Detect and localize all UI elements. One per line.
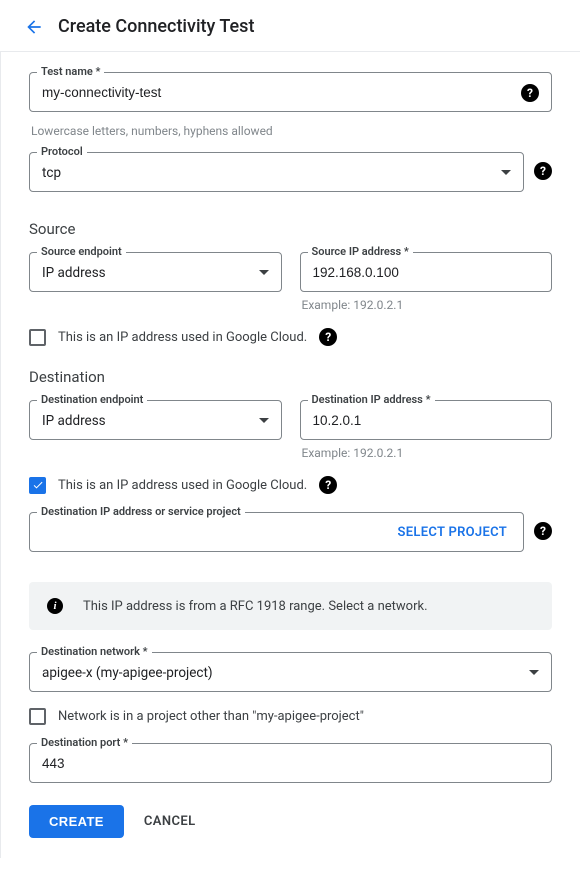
page-header: Create Connectivity Test <box>0 0 580 52</box>
destination-gc-checkbox-label: This is an IP address used in Google Clo… <box>58 478 307 493</box>
source-ip-input[interactable] <box>313 265 540 280</box>
chevron-down-icon <box>501 170 511 175</box>
page-title: Create Connectivity Test <box>58 16 254 37</box>
destination-ip-example: Example: 192.0.2.1 <box>302 446 553 460</box>
destination-endpoint-select[interactable]: IP address <box>29 400 282 440</box>
source-ip-field: Source IP address * <box>300 252 553 292</box>
destination-port-input[interactable] <box>42 756 539 771</box>
destination-ip-input[interactable] <box>313 413 540 428</box>
help-icon[interactable] <box>319 328 337 346</box>
chevron-down-icon <box>259 418 269 423</box>
create-button[interactable]: CREATE <box>29 805 124 838</box>
test-name-hint: Lowercase letters, numbers, hyphens allo… <box>31 124 552 138</box>
chevron-down-icon <box>529 670 539 675</box>
rfc1918-info-banner: This IP address is from a RFC 1918 range… <box>29 582 552 630</box>
back-arrow-icon[interactable] <box>24 17 44 37</box>
protocol-field: Protocol tcp <box>29 152 524 192</box>
test-name-input[interactable] <box>42 85 521 100</box>
help-icon[interactable] <box>521 84 539 102</box>
chevron-down-icon <box>259 270 269 275</box>
help-icon[interactable] <box>534 162 552 180</box>
destination-port-field: Destination port * <box>29 743 552 783</box>
source-section-title: Source <box>29 220 552 238</box>
cancel-button[interactable]: CANCEL <box>144 814 196 829</box>
test-name-label: Test name * <box>37 65 104 78</box>
source-endpoint-select[interactable]: IP address <box>29 252 282 292</box>
protocol-label: Protocol <box>37 145 87 158</box>
destination-section-title: Destination <box>29 368 552 386</box>
destination-ip-field: Destination IP address * <box>300 400 553 440</box>
help-icon[interactable] <box>534 522 552 540</box>
source-gc-checkbox[interactable] <box>29 329 46 346</box>
help-icon[interactable] <box>319 476 337 494</box>
source-endpoint-field: Source endpoint IP address <box>29 252 282 292</box>
destination-network-select[interactable]: apigee-x (my-apigee-project) <box>29 652 552 692</box>
destination-endpoint-field: Destination endpoint IP address <box>29 400 282 440</box>
destination-gc-checkbox[interactable] <box>29 477 46 494</box>
protocol-select[interactable]: tcp <box>29 152 524 192</box>
test-name-field: Test name * <box>29 72 552 112</box>
destination-project-field: Destination IP address or service projec… <box>29 512 524 552</box>
other-project-checkbox-label: Network is in a project other than "my-a… <box>58 709 364 724</box>
select-project-button[interactable]: SELECT PROJECT <box>29 512 524 552</box>
other-project-checkbox[interactable] <box>29 708 46 725</box>
source-gc-checkbox-label: This is an IP address used in Google Clo… <box>58 330 307 345</box>
destination-network-field: Destination network * apigee-x (my-apige… <box>29 652 552 692</box>
source-ip-example: Example: 192.0.2.1 <box>302 298 553 312</box>
info-icon <box>47 598 63 614</box>
